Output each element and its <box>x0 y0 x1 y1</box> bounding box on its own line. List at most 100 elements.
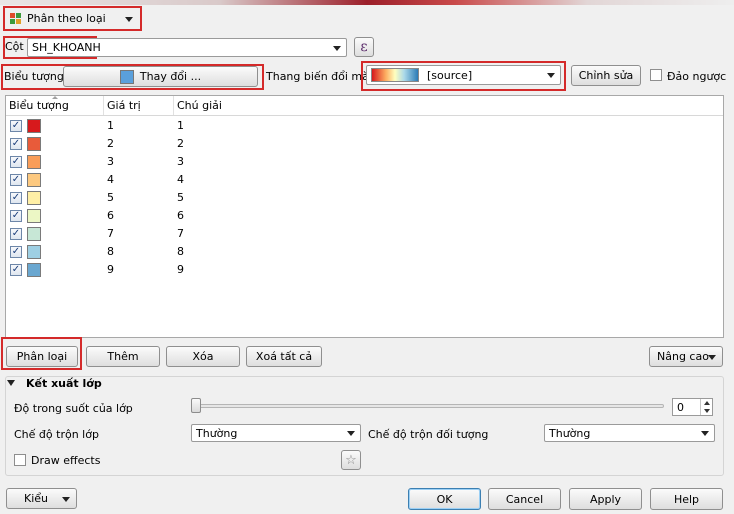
collapse-arrow-icon[interactable] <box>7 380 15 386</box>
row-legend[interactable]: 7 <box>177 225 184 243</box>
row-value[interactable]: 6 <box>107 207 114 225</box>
row-checkbox[interactable]: ✓ <box>10 246 22 258</box>
categories-table: Biểu tượng Giá trị Chú giải ✓ 1 1 ✓ 2 2 ✓ 3 3 ✓ 4 4… <box>5 95 724 338</box>
row-value[interactable]: 7 <box>107 225 114 243</box>
invert-label: Đảo ngược <box>667 70 727 83</box>
classify-label: Phân loại <box>16 350 68 363</box>
advanced-button[interactable]: Nâng cao <box>649 346 723 367</box>
draw-effects-checkbox[interactable] <box>14 454 26 466</box>
row-value[interactable]: 3 <box>107 153 114 171</box>
ok-button[interactable]: OK <box>408 488 481 510</box>
spin-buttons[interactable] <box>700 399 712 415</box>
delete-all-label: Xoá tất cả <box>255 350 313 363</box>
apply-button[interactable]: Apply <box>569 488 642 510</box>
header-value[interactable]: Giá trị <box>104 96 174 115</box>
row-legend[interactable]: 6 <box>177 207 184 225</box>
opacity-slider-track[interactable] <box>192 404 664 408</box>
table-row[interactable]: ✓ 2 2 <box>6 135 723 153</box>
chevron-down-icon <box>62 496 70 502</box>
row-legend[interactable]: 5 <box>177 189 184 207</box>
renderer-label: Phân theo loại <box>27 12 106 25</box>
chevron-down-icon <box>125 16 133 22</box>
row-legend[interactable]: 2 <box>177 135 184 153</box>
header-legend[interactable]: Chú giải <box>174 96 723 115</box>
help-button[interactable]: Help <box>650 488 723 510</box>
categorized-renderer-icon <box>10 12 22 25</box>
edit-ramp-button[interactable]: Chỉnh sửa <box>571 65 641 86</box>
row-symbol-swatch[interactable] <box>27 209 41 223</box>
row-checkbox[interactable]: ✓ <box>10 156 22 168</box>
opacity-value: 0 <box>677 401 684 414</box>
row-symbol-swatch[interactable] <box>27 137 41 151</box>
layer-rendering-title[interactable]: Kết xuất lớp <box>24 377 104 390</box>
row-symbol-swatch[interactable] <box>27 227 41 241</box>
effects-button[interactable]: ☆ <box>341 450 361 470</box>
delete-label: Xóa <box>192 350 214 363</box>
table-row[interactable]: ✓ 1 1 <box>6 117 723 135</box>
table-row[interactable]: ✓ 5 5 <box>6 189 723 207</box>
row-symbol-swatch[interactable] <box>27 155 41 169</box>
row-symbol-swatch[interactable] <box>27 245 41 259</box>
row-legend[interactable]: 8 <box>177 243 184 261</box>
table-row[interactable]: ✓ 7 7 <box>6 225 723 243</box>
row-value[interactable]: 5 <box>107 189 114 207</box>
color-ramp-value: [source] <box>427 68 473 82</box>
row-symbol-swatch[interactable] <box>27 173 41 187</box>
row-symbol-swatch[interactable] <box>27 119 41 133</box>
row-legend[interactable]: 4 <box>177 171 184 189</box>
cancel-button[interactable]: Cancel <box>488 488 561 510</box>
color-ramp-preview <box>371 68 419 82</box>
chevron-down-icon <box>708 354 716 360</box>
row-checkbox[interactable]: ✓ <box>10 120 22 132</box>
column-select[interactable]: SH_KHOANH <box>27 38 347 57</box>
change-symbol-label: Thay đổi ... <box>139 70 202 83</box>
feature-blend-label: Chế độ trộn đối tượng <box>368 428 489 441</box>
table-row[interactable]: ✓ 6 6 <box>6 207 723 225</box>
row-value[interactable]: 2 <box>107 135 114 153</box>
row-legend[interactable]: 9 <box>177 261 184 279</box>
opacity-slider-handle[interactable] <box>191 398 201 413</box>
opacity-label: Độ trong suốt của lớp <box>14 402 133 415</box>
table-row[interactable]: ✓ 3 3 <box>6 153 723 171</box>
table-row[interactable]: ✓ 9 9 <box>6 261 723 279</box>
column-label: Cột <box>5 40 24 53</box>
row-symbol-swatch[interactable] <box>27 191 41 205</box>
table-row[interactable]: ✓ 8 8 <box>6 243 723 261</box>
color-ramp-label: Thang biến đổi màu <box>266 70 376 83</box>
delete-button[interactable]: Xóa <box>166 346 240 367</box>
row-checkbox[interactable]: ✓ <box>10 264 22 276</box>
row-value[interactable]: 1 <box>107 117 114 135</box>
row-value[interactable]: 9 <box>107 261 114 279</box>
row-checkbox[interactable]: ✓ <box>10 210 22 222</box>
row-value[interactable]: 4 <box>107 171 114 189</box>
column-value: SH_KHOANH <box>32 41 101 54</box>
chevron-down-icon <box>347 431 355 436</box>
row-checkbox[interactable]: ✓ <box>10 174 22 186</box>
row-value[interactable]: 8 <box>107 243 114 261</box>
table-row[interactable]: ✓ 4 4 <box>6 171 723 189</box>
change-symbol-button[interactable]: Thay đổi ... <box>63 66 258 87</box>
color-ramp-select[interactable]: [source] <box>366 65 561 85</box>
help-label: Help <box>673 492 700 506</box>
advanced-label: Nâng cao <box>657 350 709 363</box>
layer-blend-select[interactable]: Thường <box>191 424 361 442</box>
spin-down-icon <box>704 409 710 413</box>
apply-label: Apply <box>589 492 622 506</box>
row-checkbox[interactable]: ✓ <box>10 192 22 204</box>
delete-all-button[interactable]: Xoá tất cả <box>246 346 322 367</box>
add-button[interactable]: Thêm <box>86 346 160 367</box>
expression-button[interactable]: ε <box>354 37 374 57</box>
style-button[interactable]: Kiểu <box>6 488 77 509</box>
layer-blend-label: Chế độ trộn lớp <box>14 428 99 441</box>
feature-blend-select[interactable]: Thường <box>544 424 715 442</box>
opacity-spinbox[interactable]: 0 <box>672 398 713 416</box>
edit-ramp-label: Chỉnh sửa <box>578 69 634 82</box>
row-legend[interactable]: 3 <box>177 153 184 171</box>
renderer-select[interactable]: Phân theo loại <box>6 9 139 28</box>
invert-checkbox[interactable] <box>650 69 662 81</box>
row-checkbox[interactable]: ✓ <box>10 228 22 240</box>
classify-button[interactable]: Phân loại <box>6 346 78 367</box>
row-symbol-swatch[interactable] <box>27 263 41 277</box>
row-legend[interactable]: 1 <box>177 117 184 135</box>
row-checkbox[interactable]: ✓ <box>10 138 22 150</box>
